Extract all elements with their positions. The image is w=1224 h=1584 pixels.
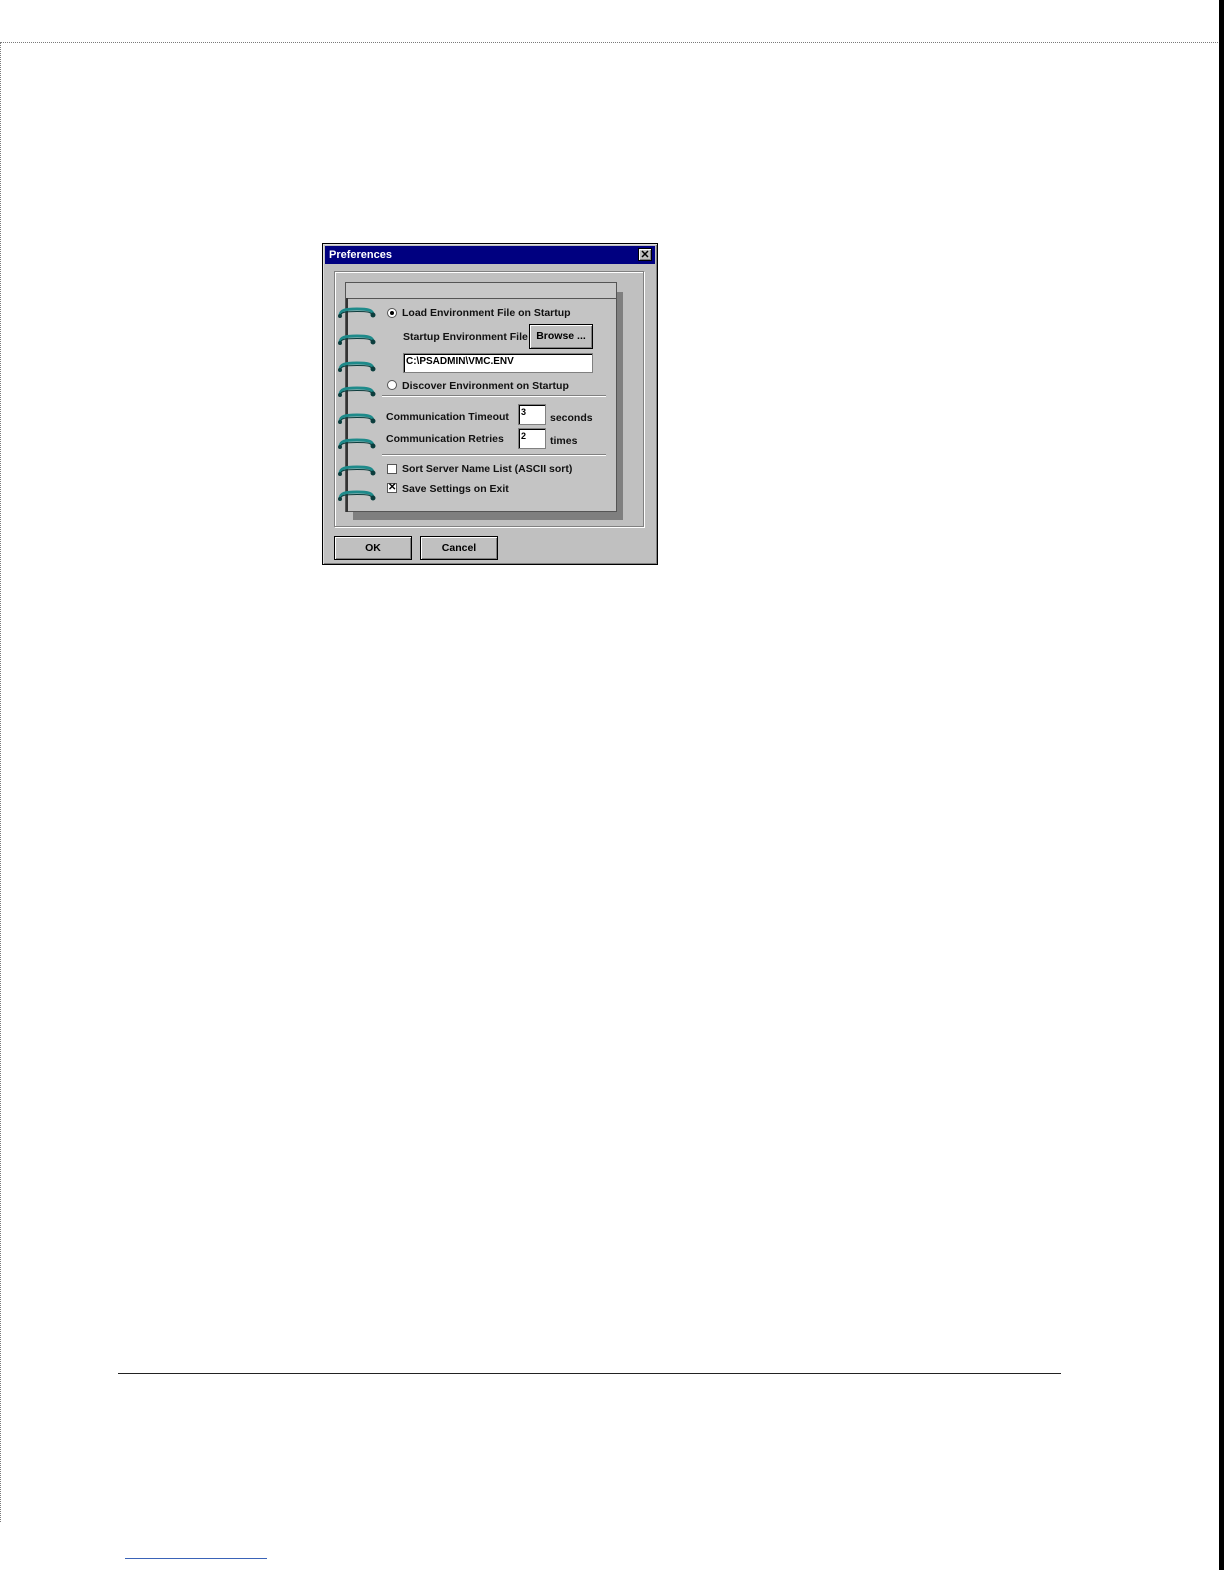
separator-1: [382, 395, 606, 397]
save-label: Save Settings on Exit: [402, 483, 509, 495]
footer-rule: [118, 1373, 1061, 1374]
retries-field[interactable]: 2: [518, 428, 546, 449]
timeout-label: Communication Timeout: [386, 411, 509, 423]
close-icon[interactable]: ✕: [638, 248, 652, 261]
dialog-titlebar: Preferences ✕: [325, 246, 655, 264]
notebook-ring-icon: [338, 334, 376, 345]
retries-label: Communication Retries: [386, 433, 504, 445]
preferences-dialog: Preferences ✕ Load Environment File on S…: [322, 243, 658, 565]
save-checkbox[interactable]: ✕: [387, 483, 397, 493]
notebook-page: Load Environment File on Startup Startup…: [345, 282, 617, 512]
notebook-ring-icon: [338, 386, 376, 397]
dialog-title: Preferences: [329, 249, 392, 261]
footer-link-underline: [125, 1558, 267, 1559]
startup-file-label: Startup Environment File: [403, 331, 528, 343]
page-right-bar: [1219, 0, 1224, 1570]
notebook-ring-icon: [338, 490, 376, 501]
separator-2: [382, 454, 606, 456]
notebook-spine: [346, 298, 348, 512]
load-env-label: Load Environment File on Startup: [402, 307, 571, 319]
notebook-tab-strip: [346, 283, 616, 299]
notebook-ring-icon: [338, 438, 376, 449]
notebook-ring-icon: [338, 361, 376, 372]
load-env-radio[interactable]: [387, 308, 397, 318]
cancel-button[interactable]: Cancel: [420, 536, 498, 560]
discover-env-radio[interactable]: [387, 380, 397, 390]
page-left-rule: [0, 42, 1, 1522]
browse-button[interactable]: Browse ...: [529, 324, 593, 349]
page-top-rule: [0, 42, 1224, 43]
discover-env-label: Discover Environment on Startup: [402, 380, 569, 392]
timeout-unit: seconds: [550, 412, 593, 424]
notebook-ring-icon: [338, 413, 376, 424]
sort-checkbox[interactable]: [387, 464, 397, 474]
retries-unit: times: [550, 435, 578, 447]
env-file-path-field[interactable]: C:\PSADMIN\VMC.ENV: [403, 353, 593, 373]
ok-button[interactable]: OK: [334, 536, 412, 560]
notebook-ring-icon: [338, 465, 376, 476]
sort-label: Sort Server Name List (ASCII sort): [402, 463, 573, 475]
notebook-ring-icon: [338, 307, 376, 318]
timeout-field[interactable]: 3: [518, 404, 546, 425]
